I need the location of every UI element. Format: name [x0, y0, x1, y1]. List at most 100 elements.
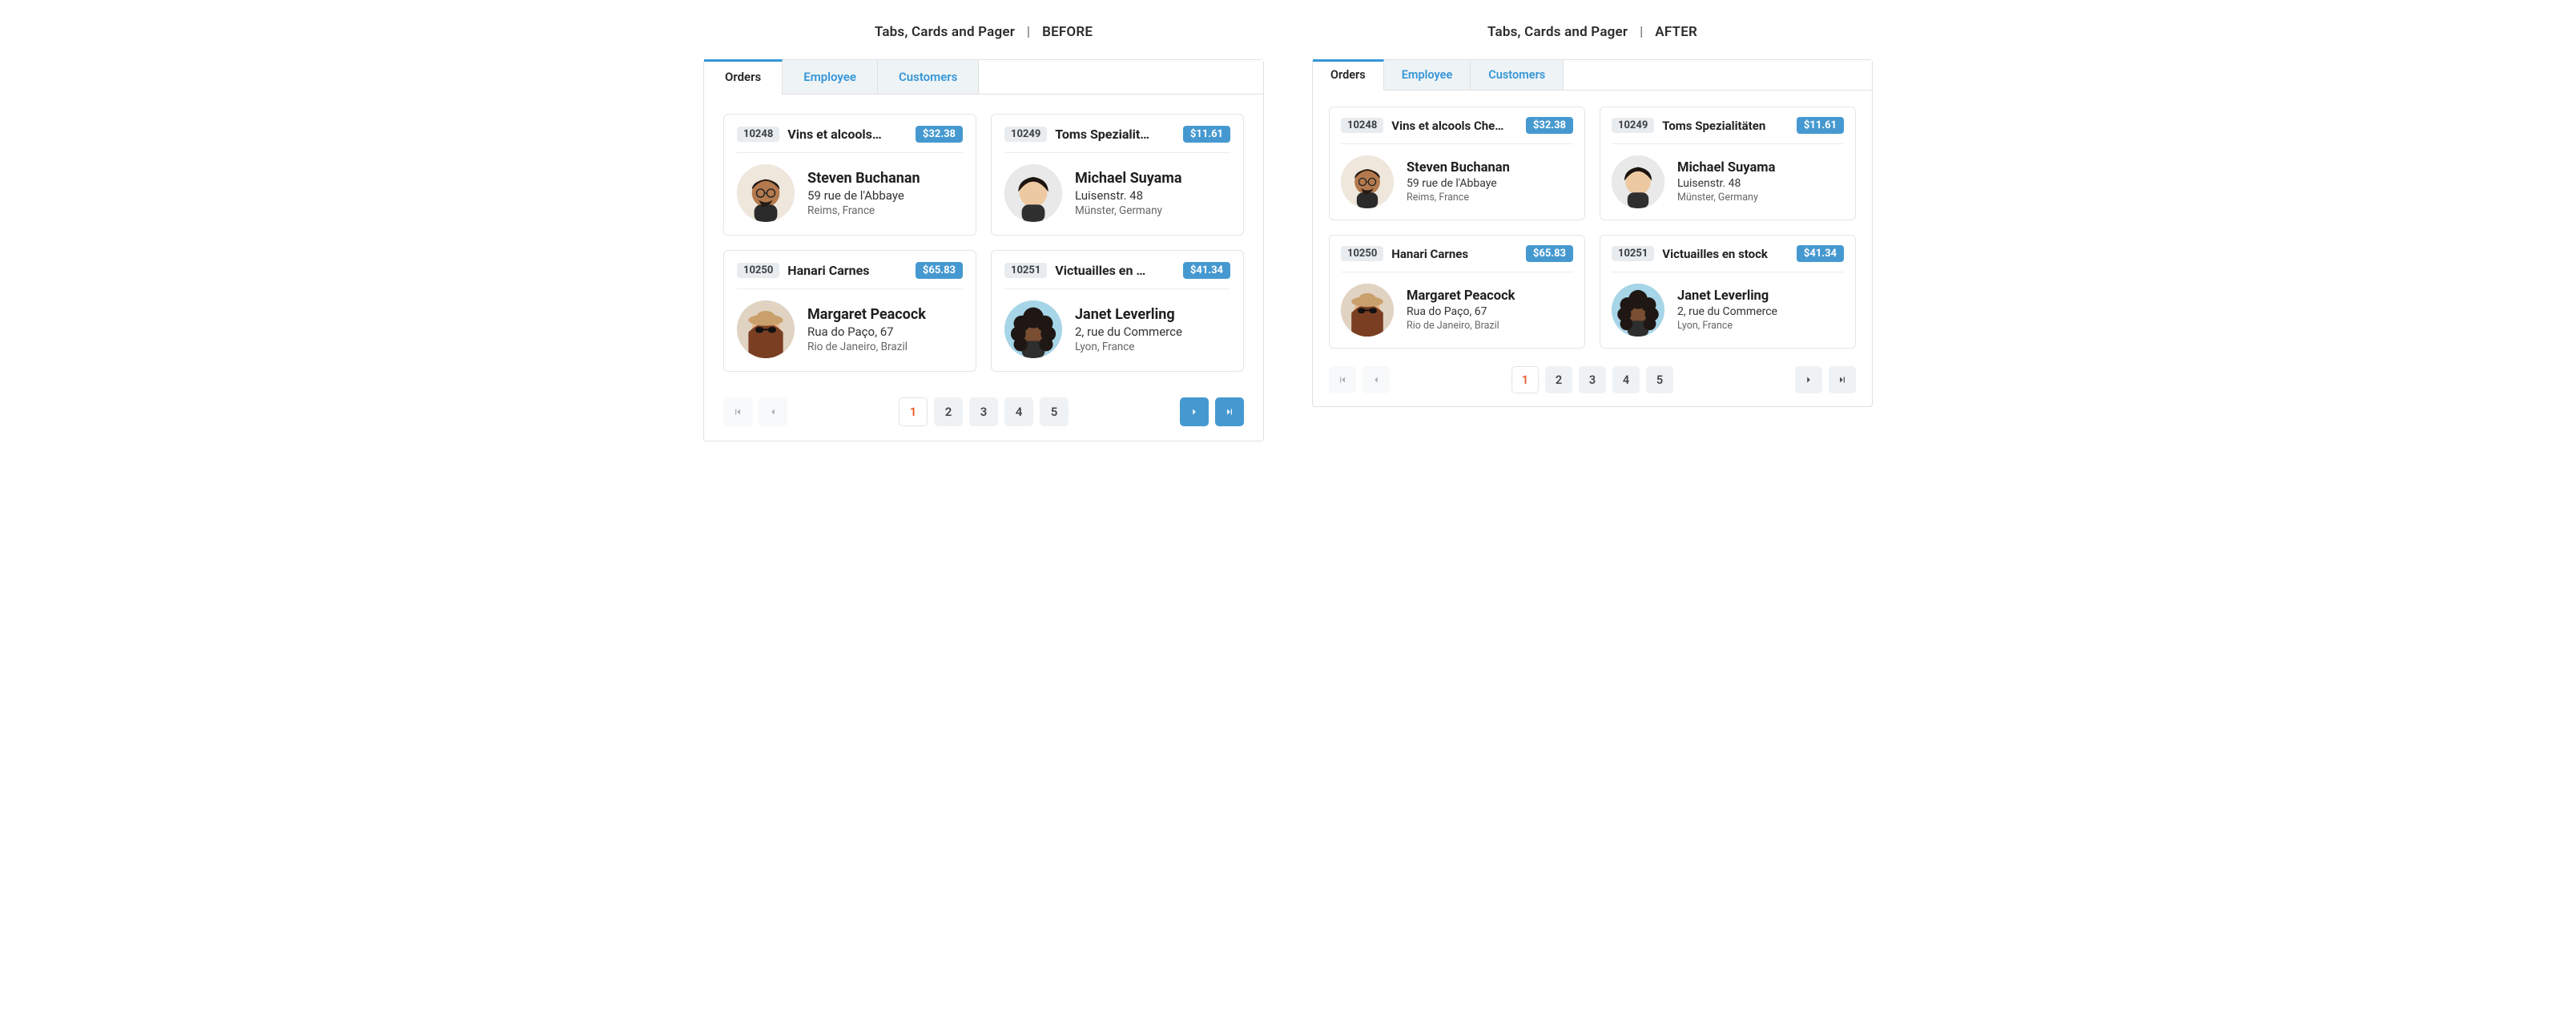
price-badge: $11.61 — [1183, 126, 1230, 143]
employee-name: Margaret Peacock — [1407, 288, 1515, 304]
city-country: Rio de Janeiro, Brazil — [807, 341, 926, 353]
pager-page-2[interactable]: 2 — [934, 397, 963, 426]
chevron-first-icon — [1337, 374, 1348, 385]
employee-name: Steven Buchanan — [1407, 160, 1510, 175]
order-id-badge: 10248 — [737, 127, 779, 142]
tab-customers[interactable]: Customers — [1471, 60, 1564, 90]
address: Rua do Paço, 67 — [1407, 305, 1515, 318]
panel-title-before: Tabs, Cards and Pager | BEFORE — [703, 24, 1264, 40]
price-badge: $65.83 — [1526, 245, 1573, 262]
address: 59 rue de l'Abbaye — [807, 188, 920, 203]
order-id-badge: 10251 — [1004, 263, 1047, 278]
pager-first-button[interactable] — [1329, 366, 1356, 393]
tabs-before: Orders Employee Customers — [704, 60, 1263, 95]
card-head: 10250 Hanari Carnes $65.83 — [1341, 245, 1573, 272]
pager-page-1[interactable]: 1 — [1511, 366, 1539, 393]
order-card: 10250 Hanari Carnes $65.83 Margaret Peac… — [723, 250, 976, 372]
employee-name: Janet Leverling — [1677, 288, 1777, 304]
pager-page-4[interactable]: 4 — [1612, 366, 1640, 393]
card-head: 10248 Vins et alcools… $32.38 — [737, 126, 963, 153]
city-country: Reims, France — [1407, 191, 1510, 204]
customer-name: Hanari Carnes — [787, 263, 908, 278]
pager-last-button[interactable] — [1215, 397, 1244, 426]
order-card: 10248 Vins et alcools Che… $32.38 Steven… — [1329, 107, 1585, 220]
order-id-badge: 10250 — [1341, 246, 1383, 261]
card-head: 10249 Toms Spezialit… $11.61 — [1004, 126, 1230, 153]
order-id-badge: 10250 — [737, 263, 779, 278]
card-head: 10248 Vins et alcools Che… $32.38 — [1341, 117, 1573, 144]
tabs-after: Orders Employee Customers — [1313, 60, 1872, 91]
chevron-left-icon — [1371, 374, 1382, 385]
pager-last-button[interactable] — [1829, 366, 1856, 393]
order-card: 10250 Hanari Carnes $65.83 Margaret Peac… — [1329, 235, 1585, 349]
city-country: Reims, France — [807, 204, 920, 217]
pager-page-5[interactable]: 5 — [1646, 366, 1673, 393]
tab-orders[interactable]: Orders — [704, 59, 783, 95]
pager-before: 1 2 3 4 5 — [704, 386, 1263, 441]
tabstrip-before: Orders Employee Customers 10248 Vins et … — [703, 59, 1264, 441]
chevron-first-icon — [732, 406, 743, 417]
avatar — [737, 300, 795, 358]
customer-name: Victuailles en stock — [1662, 247, 1789, 261]
avatar — [1004, 300, 1062, 358]
customer-name: Vins et alcools… — [787, 127, 908, 142]
pager-prev-button[interactable] — [1362, 366, 1390, 393]
address: Rua do Paço, 67 — [807, 325, 926, 339]
card-head: 10251 Victuailles en stock $41.34 — [1612, 245, 1844, 272]
order-id-badge: 10251 — [1612, 246, 1654, 261]
card-body: Steven Buchanan 59 rue de l'Abbaye Reims… — [737, 153, 963, 222]
order-card: 10249 Toms Spezialit… $11.61 Michael Suy… — [991, 114, 1244, 236]
chevron-right-icon — [1189, 406, 1200, 417]
city-country: Münster, Germany — [1677, 191, 1775, 204]
avatar — [1341, 155, 1394, 208]
employee-name: Margaret Peacock — [807, 306, 926, 323]
address: Luisenstr. 48 — [1075, 188, 1182, 203]
order-card: 10248 Vins et alcools… $32.38 Steven Buc… — [723, 114, 976, 236]
tab-employee[interactable]: Employee — [1384, 60, 1471, 90]
tabstrip-after: Orders Employee Customers 10248 Vins et … — [1312, 59, 1873, 407]
pager-next-button[interactable] — [1180, 397, 1209, 426]
pager-page-3[interactable]: 3 — [969, 397, 998, 426]
price-badge: $32.38 — [916, 126, 963, 143]
card-head: 10251 Victuailles en … $41.34 — [1004, 262, 1230, 289]
card-body: Michael Suyama Luisenstr. 48 Münster, Ge… — [1004, 153, 1230, 222]
pager-page-2[interactable]: 2 — [1545, 366, 1572, 393]
order-card: 10251 Victuailles en … $41.34 Janet Leve… — [991, 250, 1244, 372]
avatar — [1341, 284, 1394, 337]
tab-employee[interactable]: Employee — [783, 60, 878, 94]
price-badge: $41.34 — [1797, 245, 1844, 262]
tab-orders[interactable]: Orders — [1313, 59, 1384, 91]
address: 2, rue du Commerce — [1677, 305, 1777, 318]
tab-customers[interactable]: Customers — [878, 60, 979, 94]
order-id-badge: 10249 — [1004, 127, 1047, 142]
city-country: Lyon, France — [1677, 320, 1777, 332]
chevron-last-icon — [1224, 406, 1235, 417]
address: 2, rue du Commerce — [1075, 325, 1182, 339]
pager-page-1[interactable]: 1 — [899, 397, 928, 426]
city-country: Münster, Germany — [1075, 204, 1182, 217]
pager-page-3[interactable]: 3 — [1579, 366, 1606, 393]
customer-name: Vins et alcools Che… — [1391, 119, 1518, 133]
pager-page-5[interactable]: 5 — [1040, 397, 1069, 426]
chevron-left-icon — [767, 406, 779, 417]
avatar — [737, 164, 795, 222]
customer-name: Toms Spezialitäten — [1662, 119, 1789, 133]
card-head: 10249 Toms Spezialitäten $11.61 — [1612, 117, 1844, 144]
pager-next-button[interactable] — [1795, 366, 1822, 393]
employee-name: Janet Leverling — [1075, 306, 1182, 323]
price-badge: $11.61 — [1797, 117, 1844, 134]
address: Luisenstr. 48 — [1677, 177, 1775, 190]
customer-name: Toms Spezialit… — [1055, 127, 1175, 142]
card-body: Michael Suyama Luisenstr. 48 Münster, Ge… — [1612, 144, 1844, 208]
avatar — [1612, 155, 1664, 208]
chevron-last-icon — [1837, 374, 1848, 385]
pager-page-4[interactable]: 4 — [1004, 397, 1033, 426]
pager-prev-button[interactable] — [759, 397, 787, 426]
employee-name: Steven Buchanan — [807, 170, 920, 187]
customer-name: Hanari Carnes — [1391, 247, 1518, 261]
pager-first-button[interactable] — [723, 397, 752, 426]
avatar — [1004, 164, 1062, 222]
card-body: Margaret Peacock Rua do Paço, 67 Rio de … — [1341, 272, 1573, 337]
city-country: Lyon, France — [1075, 341, 1182, 353]
order-id-badge: 10248 — [1341, 118, 1383, 133]
